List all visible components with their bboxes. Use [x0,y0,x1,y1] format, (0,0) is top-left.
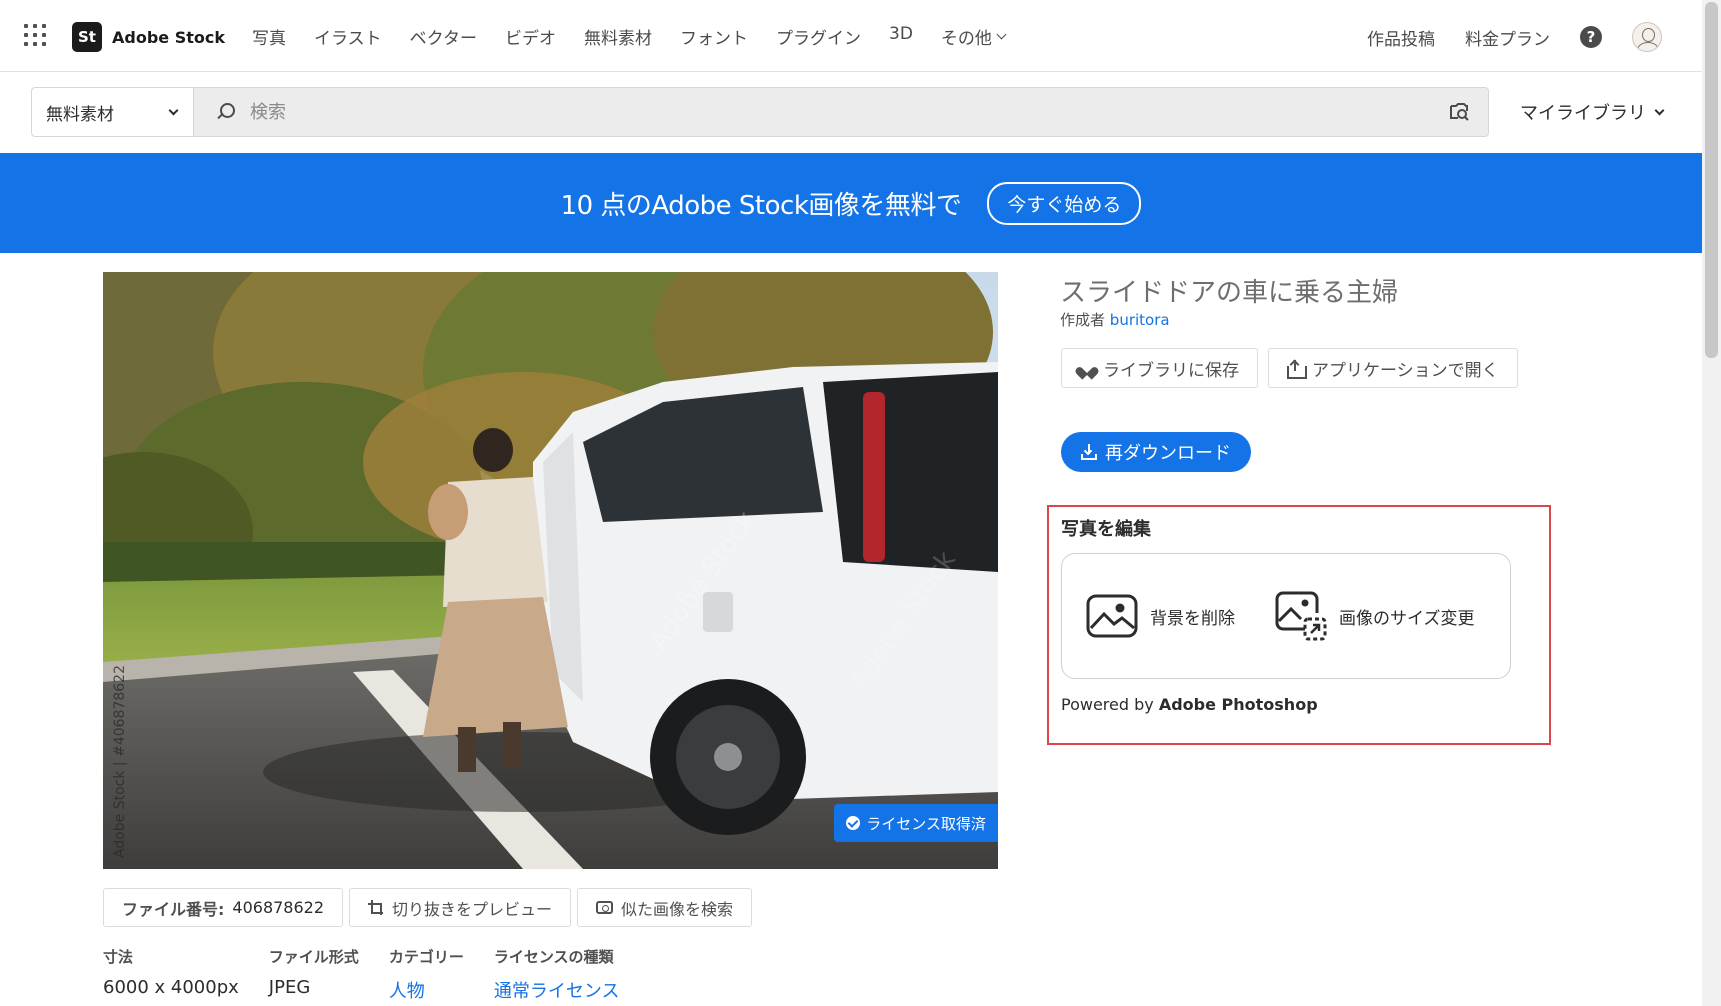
asset-actions: ライブラリに保存 アプリケーションで開く [1061,348,1518,388]
asset-preview-image[interactable]: Adobe Stock Adobe Stock ライセンス取得済 [103,272,998,869]
category-link[interactable]: 人物 [389,977,464,1003]
redownload-button[interactable]: 再ダウンロード [1061,432,1251,472]
nav-link-fonts[interactable]: フォント [666,24,762,49]
file-number-box: ファイル番号: 406878622 [103,888,344,927]
my-library-menu[interactable]: マイライブラリ [1520,99,1665,125]
contribute-link[interactable]: 作品投稿 [1367,25,1435,50]
nav-link-plugins[interactable]: プラグイン [762,24,875,49]
meta-value: 6000 x 4000px [103,977,239,998]
meta-value: JPEG [268,977,311,998]
meta-dimensions: 寸法 6000 x 4000px [103,946,239,1003]
category-nav: 写真 イラスト ベクター ビデオ 無料素材 フォント プラグイン 3D その他 [238,24,1019,49]
author-link[interactable]: buritora [1110,311,1170,329]
share-icon [1287,359,1307,379]
meta-label: 寸法 [103,948,134,966]
camera-icon [596,901,614,914]
nav-link-free[interactable]: 無料素材 [570,24,666,49]
open-in-app-label: アプリケーションで開く [1312,360,1499,381]
file-number-label: ファイル番号: [122,899,225,919]
save-to-library-button[interactable]: ライブラリに保存 [1061,348,1258,388]
nav-more-menu[interactable]: その他 [927,24,1019,49]
my-library-label: マイライブラリ [1520,103,1646,124]
heart-icon [1080,362,1094,375]
download-icon [1081,444,1097,460]
scrollbar-thumb[interactable] [1705,2,1718,358]
crop-icon [368,899,384,916]
powered-by: Powered by Adobe Photoshop [1061,695,1318,714]
search-field [194,88,1488,136]
avatar[interactable] [1632,22,1662,52]
nav-link-videos[interactable]: ビデオ [491,24,570,49]
search-icon [216,103,235,121]
save-to-library-label: ライブラリに保存 [1103,360,1239,381]
banner-text: 10 点のAdobe Stock画像を無料で [560,190,962,221]
meta-label: カテゴリー [388,948,464,966]
app-switcher-icon[interactable] [24,24,46,46]
file-number: 406878622 [232,898,325,917]
image-resize-icon [1275,591,1327,641]
nav-right: 作品投稿 料金プラン ? [1367,22,1662,52]
licensed-badge: ライセンス取得済 [834,804,998,842]
asset-meta: 寸法 6000 x 4000px ファイル形式 JPEG カテゴリー 人物 ライ… [103,946,619,1003]
nav-link-vectors[interactable]: ベクター [396,24,491,49]
nav-more-label: その他 [940,29,992,49]
license-type-link[interactable]: 通常ライセンス [494,977,620,1003]
edit-photo-card: 背景を削除 画像のサイズ変更 [1061,553,1511,679]
nav-link-3d[interactable]: 3D [875,24,927,49]
resize-image-option[interactable]: 画像のサイズ変更 [1275,591,1475,641]
nav-link-illustrations[interactable]: イラスト [300,24,396,49]
start-now-button[interactable]: 今すぐ始める [987,181,1142,225]
promo-banner: 10 点のAdobe Stock画像を無料で 今すぐ始める [0,153,1702,253]
help-icon[interactable]: ? [1580,26,1602,48]
pricing-link[interactable]: 料金プラン [1465,25,1550,50]
resize-image-label: 画像のサイズ変更 [1339,608,1475,629]
powered-brand: Adobe Photoshop [1158,695,1318,714]
asset-tools: ファイル番号: 406878622 切り抜きをプレビュー 似た画像を検索 [103,888,753,927]
open-in-app-button[interactable]: アプリケーションで開く [1268,348,1518,388]
powered-prefix: Powered by [1061,695,1154,714]
chevron-down-icon [1654,105,1665,115]
search-row: 無料素材 マイライブラリ [0,73,1702,153]
find-similar-label: 似た画像を検索 [621,899,734,919]
image-icon [1086,594,1138,638]
meta-license-type: ライセンスの種類 通常ライセンス [494,946,620,1003]
search-filter-select[interactable]: 無料素材 [32,88,194,136]
author-line: 作成者 buritora [1060,309,1170,330]
nav-link-photos[interactable]: 写真 [238,24,300,49]
preview-crop-label: 切り抜きをプレビュー [392,899,553,919]
meta-category: カテゴリー 人物 [389,946,464,1003]
chevron-down-icon [168,105,179,115]
asset-title: スライドドアの車に乗る主婦 [1060,278,1399,308]
search-filter-value: 無料素材 [46,104,114,125]
remove-background-option[interactable]: 背景を削除 [1086,594,1235,638]
find-similar-button[interactable]: 似た画像を検索 [577,888,753,927]
chevron-down-icon [996,29,1007,40]
meta-file-format: ファイル形式 JPEG [269,946,359,1003]
edit-photo-title: 写真を編集 [1061,519,1151,540]
meta-label: ファイル形式 [268,948,359,966]
remove-background-label: 背景を削除 [1150,608,1235,629]
top-nav: St Adobe Stock 写真 イラスト ベクター ビデオ 無料素材 フォン… [0,0,1702,72]
search-input[interactable] [250,89,1436,135]
author-prefix: 作成者 [1060,311,1106,329]
check-circle-icon [846,816,861,830]
redownload-label: 再ダウンロード [1105,443,1231,464]
adobe-stock-logo: St [72,22,102,52]
visual-search-icon[interactable] [1436,88,1482,136]
page-scrollbar[interactable] [1702,0,1721,1006]
side-watermark: Adobe Stock | #406878622 [112,665,128,858]
preview-crop-button[interactable]: 切り抜きをプレビュー [349,888,572,927]
search-bar: 無料素材 [31,87,1489,137]
licensed-badge-label: ライセンス取得済 [866,814,986,833]
brand-home-link[interactable]: St Adobe Stock [72,22,225,52]
brand-name: Adobe Stock [112,27,225,47]
meta-label: ライセンスの種類 [493,948,614,966]
